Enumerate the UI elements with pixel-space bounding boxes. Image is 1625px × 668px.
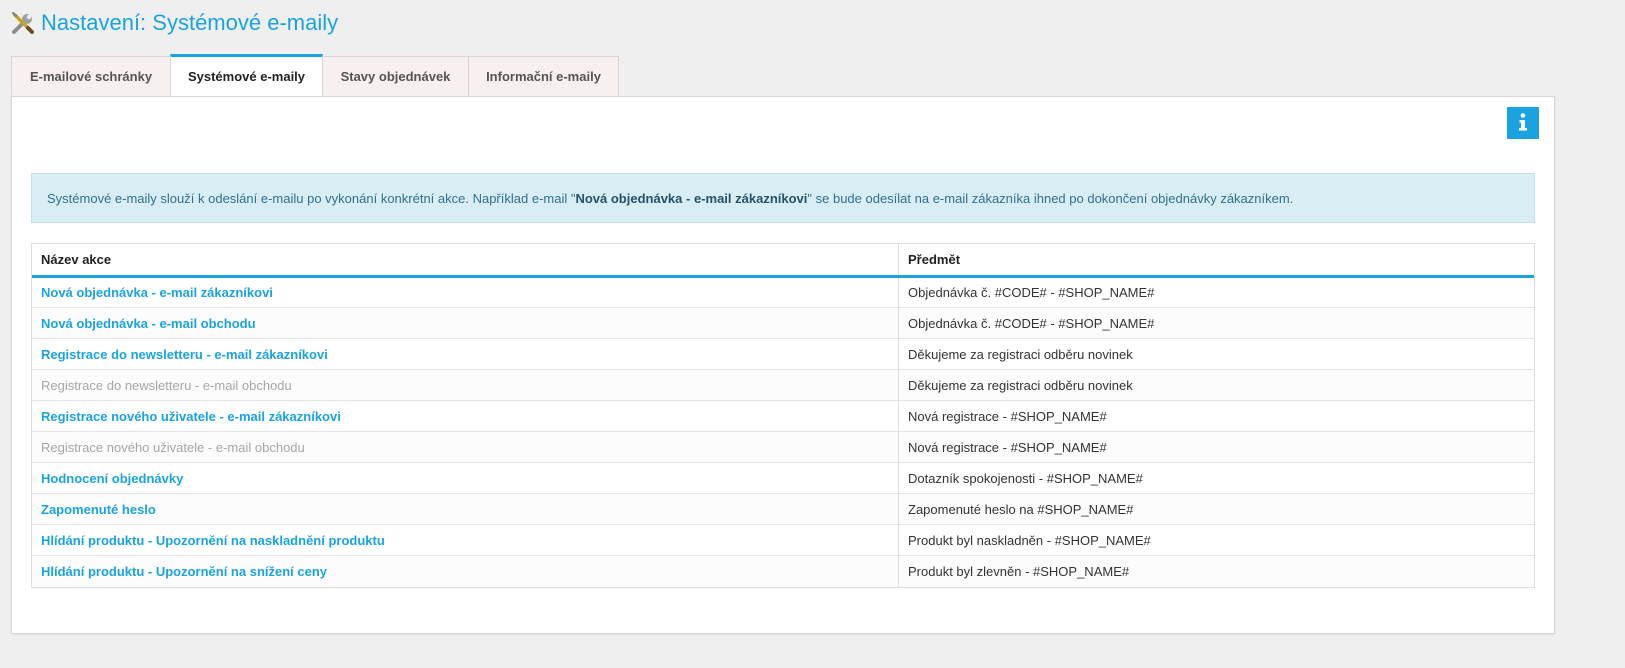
alert-text: Systémové e-maily slouží k odeslání e-ma… [47, 190, 1294, 206]
column-header-subject[interactable]: Předmět [898, 244, 1534, 278]
info-button[interactable] [1507, 107, 1539, 139]
subject-cell: Produkt byl zlevněn - #SHOP_NAME# [898, 555, 1534, 587]
table-row: Hlídání produktu - Upozornění na snížení… [32, 555, 1534, 587]
alert-highlight: Nová objednávka - e-mail zákazníkovi [575, 190, 808, 206]
page-header: Nastavení: Systémové e-maily [10, 8, 338, 38]
tab-order-states[interactable]: Stavy objednávek [322, 56, 469, 96]
subject-cell: Dotazník spokojenosti - #SHOP_NAME# [898, 462, 1534, 494]
table-row: Hodnocení objednávky Dotazník spokojenos… [32, 462, 1534, 494]
action-link[interactable]: Registrace nového uživatele - e-mail zák… [41, 409, 341, 424]
action-name-cell: Registrace do newsletteru - e-mail obcho… [32, 369, 899, 401]
page-title: Nastavení: Systémové e-maily [41, 10, 339, 35]
tools-icon [10, 10, 36, 36]
subject-cell: Produkt byl naskladněn - #SHOP_NAME# [898, 524, 1534, 556]
action-name-cell: Hlídání produktu - Upozornění na snížení… [32, 555, 899, 587]
action-name-cell: Registrace nového uživatele - e-mail obc… [32, 431, 899, 463]
table-row: Nová objednávka - e-mail zákazníkovi Obj… [32, 276, 1534, 308]
action-link[interactable]: Hlídání produktu - Upozornění na nasklad… [41, 533, 385, 548]
subject-cell: Objednávka č. #CODE# - #SHOP_NAME# [898, 307, 1534, 339]
system-emails-table: Název akce Předmět Nová objednávka - e-m… [31, 243, 1535, 588]
action-link[interactable]: Registrace do newsletteru - e-mail zákaz… [41, 347, 328, 362]
action-name-cell: Registrace do newsletteru - e-mail zákaz… [32, 338, 899, 370]
action-link[interactable]: Zapomenuté heslo [41, 502, 156, 517]
table-row: Registrace do newsletteru - e-mail zákaz… [32, 338, 1534, 370]
table-row: Zapomenuté heslo Zapomenuté heslo na #SH… [32, 493, 1534, 525]
subject-cell: Nová registrace - #SHOP_NAME# [898, 431, 1534, 463]
subject-cell: Objednávka č. #CODE# - #SHOP_NAME# [898, 276, 1534, 308]
action-link-inactive[interactable]: Registrace nového uživatele - e-mail obc… [41, 440, 305, 455]
table-row: Registrace nového uživatele - e-mail obc… [32, 431, 1534, 463]
tab-info-emails[interactable]: Informační e-maily [468, 56, 619, 96]
action-link[interactable]: Nová objednávka - e-mail zákazníkovi [41, 285, 273, 300]
subject-cell: Zapomenuté heslo na #SHOP_NAME# [898, 493, 1534, 525]
table-row: Registrace do newsletteru - e-mail obcho… [32, 369, 1534, 401]
action-name-cell: Hodnocení objednávky [32, 462, 899, 494]
info-icon [1517, 112, 1529, 134]
tab-email-mailboxes[interactable]: E-mailové schránky [11, 56, 171, 96]
tab-system-emails[interactable]: Systémové e-maily [170, 54, 323, 96]
content-panel: Systémové e-maily slouží k odeslání e-ma… [11, 96, 1555, 634]
subject-cell: Děkujeme za registraci odběru novinek [898, 338, 1534, 370]
subject-cell: Děkujeme za registraci odběru novinek [898, 369, 1534, 401]
table-row: Hlídání produktu - Upozornění na nasklad… [32, 524, 1534, 556]
action-name-cell: Zapomenuté heslo [32, 493, 899, 525]
action-link-inactive[interactable]: Registrace do newsletteru - e-mail obcho… [41, 378, 292, 393]
table-row: Registrace nového uživatele - e-mail zák… [32, 400, 1534, 432]
action-name-cell: Hlídání produktu - Upozornění na nasklad… [32, 524, 899, 556]
action-link[interactable]: Hodnocení objednávky [41, 471, 183, 486]
action-link[interactable]: Nová objednávka - e-mail obchodu [41, 316, 256, 331]
table-header-row: Název akce Předmět [32, 244, 1534, 278]
subject-cell: Nová registrace - #SHOP_NAME# [898, 400, 1534, 432]
action-link[interactable]: Hlídání produktu - Upozornění na snížení… [41, 564, 327, 579]
table-row: Nová objednávka - e-mail obchodu Objedná… [32, 307, 1534, 339]
column-header-action-name[interactable]: Název akce [32, 244, 899, 278]
info-alert: Systémové e-maily slouží k odeslání e-ma… [31, 173, 1535, 223]
tab-bar: E-mailové schránky Systémové e-maily Sta… [11, 54, 619, 97]
action-name-cell: Nová objednávka - e-mail zákazníkovi [32, 277, 899, 308]
action-name-cell: Nová objednávka - e-mail obchodu [32, 307, 899, 339]
action-name-cell: Registrace nového uživatele - e-mail zák… [32, 400, 899, 432]
